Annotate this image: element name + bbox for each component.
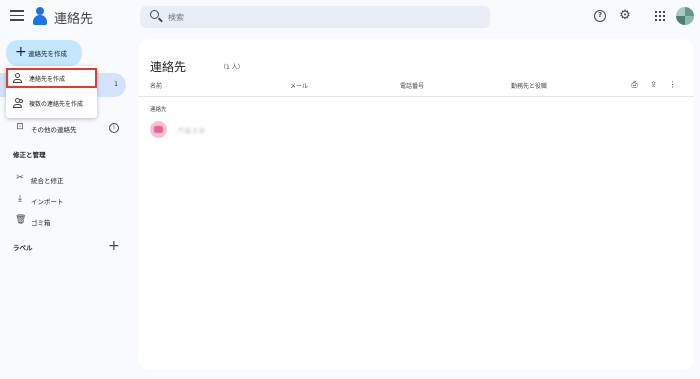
person-icon <box>13 73 23 83</box>
people-icon <box>13 98 23 108</box>
sidebar-item-label: インポート <box>31 198 64 206</box>
search-icon[interactable] <box>150 10 159 19</box>
section-heading-fix-manage: 修正と管理 <box>13 151 46 159</box>
column-header-name[interactable]: 名前 <box>150 81 162 90</box>
search-bar[interactable] <box>140 6 490 28</box>
sidebar-item-import[interactable]: ⤓ インポート <box>0 190 126 210</box>
trash-icon: 🗑 <box>15 215 27 225</box>
help-icon[interactable]: ? <box>594 10 606 22</box>
sidebar-item-label: その他の連絡先 <box>31 126 77 134</box>
create-contact-button[interactable]: + 連絡先を作成 <box>6 40 82 66</box>
create-menu: 連絡先を作成 複数の連絡先を作成 <box>6 66 97 118</box>
contacts-panel: 連絡先 （1 人） 名前 メール 電話番号 勤務先と役職 ⎙ ⇪ ⋮ 連絡先 門… <box>138 39 694 370</box>
section-heading-labels: ラベル <box>13 244 33 252</box>
column-header-email[interactable]: メール <box>290 81 308 90</box>
sidebar-item-label: ゴミ箱 <box>31 219 51 227</box>
export-icon[interactable]: ⇪ <box>649 80 658 89</box>
sidebar-item-label: 統合と修正 <box>31 177 64 185</box>
menu-item-label: 連絡先を作成 <box>29 76 66 83</box>
sidebar-item-merge-fix[interactable]: ✂ 統合と修正 <box>0 169 126 189</box>
settings-icon[interactable]: ⚙ <box>618 9 632 23</box>
contacts-total-count: （1 人） <box>220 64 244 71</box>
page-title: 連絡先 <box>150 60 187 74</box>
app-title: 連絡先 <box>54 12 94 27</box>
sidebar-item-trash[interactable]: 🗑 ゴミ箱 <box>0 211 126 231</box>
menu-icon[interactable] <box>10 10 24 22</box>
contact-avatar <box>150 121 167 138</box>
search-input[interactable] <box>168 9 468 25</box>
contacts-count: 1 <box>114 81 118 88</box>
more-vert-icon[interactable]: ⋮ <box>668 80 677 89</box>
apps-icon[interactable] <box>655 11 665 21</box>
add-label-icon[interactable]: + <box>108 239 120 253</box>
import-icon: ⤓ <box>18 194 22 204</box>
contact-name: 門脇太郎 <box>178 128 207 135</box>
create-contact-label: 連絡先を作成 <box>28 50 67 58</box>
info-icon[interactable]: i <box>109 123 119 133</box>
account-avatar[interactable] <box>676 7 694 25</box>
menu-item-create-contact[interactable]: 連絡先を作成 <box>6 68 97 88</box>
menu-item-label: 複数の連絡先を作成 <box>29 101 84 108</box>
print-icon[interactable]: ⎙ <box>630 80 639 89</box>
menu-item-create-multiple[interactable]: 複数の連絡先を作成 <box>6 93 97 113</box>
other-contacts-icon: ⊡ <box>16 122 24 132</box>
sidebar-item-other-contacts[interactable]: ⊡ その他の連絡先 <box>0 118 126 138</box>
top-bar: 連絡先 ? ⚙ <box>0 0 700 34</box>
contacts-logo-icon[interactable] <box>33 7 47 25</box>
plus-icon: + <box>15 44 27 60</box>
table-row[interactable]: 門脇太郎 <box>138 119 694 141</box>
header-divider <box>138 96 694 97</box>
merge-fix-icon: ✂ <box>16 173 24 183</box>
column-header-phone[interactable]: 電話番号 <box>400 81 424 90</box>
group-label: 連絡先 <box>150 107 167 113</box>
column-header-company[interactable]: 勤務先と役職 <box>511 81 547 90</box>
